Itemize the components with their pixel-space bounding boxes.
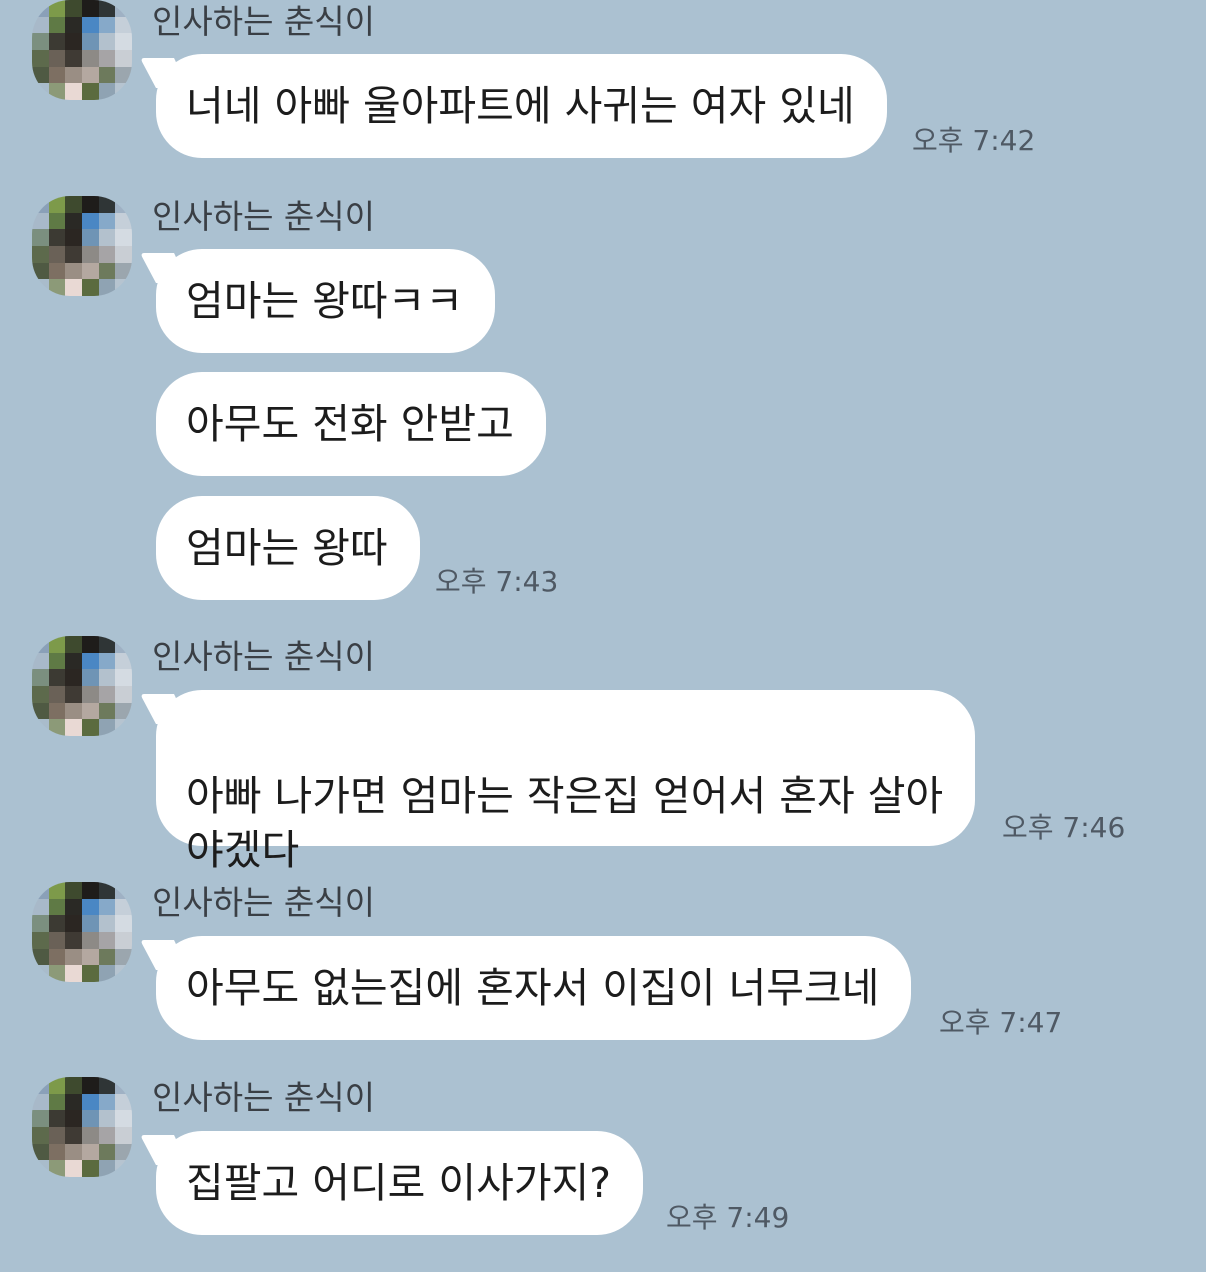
avatar-icon[interactable] [32,636,132,736]
message-time: 오후 7:43 [435,565,559,598]
message-text: 집팔고 어디로 이사가지? [186,1159,612,1207]
avatar-icon[interactable] [32,882,132,982]
message-bubble[interactable]: 집팔고 어디로 이사가지? [156,1131,644,1235]
message-text: 엄마는 왕따 [186,524,388,572]
message-time: 오후 7:42 [912,124,1036,157]
message-bubble[interactable]: 너네 아빠 울아파트에 사귀는 여자 있네 [156,54,887,158]
sender-name: 인사하는 춘식이 [152,197,376,236]
message-time: 오후 7:47 [939,1006,1063,1039]
message-bubble[interactable]: 아빠 나가면 엄마는 작은집 얻어서 혼자 살아 야겠다 [156,690,976,874]
message-bubble[interactable]: 아무도 없는집에 혼자서 이집이 너무크네 [156,936,912,1040]
message-text: 엄마는 왕따ㅋㅋ [186,277,464,325]
message-time: 오후 7:46 [1002,811,1126,844]
message-text: 아무도 전화 안받고 [186,400,514,448]
message-text: 아빠 나가면 엄마는 작은집 얻어서 혼자 살아 야겠다 [186,772,944,874]
sender-name: 인사하는 춘식이 [152,1078,376,1117]
message-time: 오후 7:49 [666,1201,790,1234]
message-bubble[interactable]: 엄마는 왕따 [156,496,420,600]
message-text: 너네 아빠 울아파트에 사귀는 여자 있네 [186,82,855,130]
message-bubble[interactable]: 엄마는 왕따ㅋㅋ [156,249,496,353]
avatar-icon[interactable] [32,1077,132,1177]
avatar-icon[interactable] [32,196,132,296]
sender-name: 인사하는 춘식이 [152,637,376,676]
avatar-icon[interactable] [32,0,132,100]
message-text: 아무도 없는집에 혼자서 이집이 너무크네 [186,964,880,1012]
message-bubble[interactable]: 아무도 전화 안받고 [156,372,546,476]
chat-message-list[interactable]: 인사하는 춘식이 너네 아빠 울아파트에 사귀는 여자 있네 오후 7:42 인… [0,0,1206,1272]
sender-name: 인사하는 춘식이 [152,2,376,41]
sender-name: 인사하는 춘식이 [152,883,376,922]
